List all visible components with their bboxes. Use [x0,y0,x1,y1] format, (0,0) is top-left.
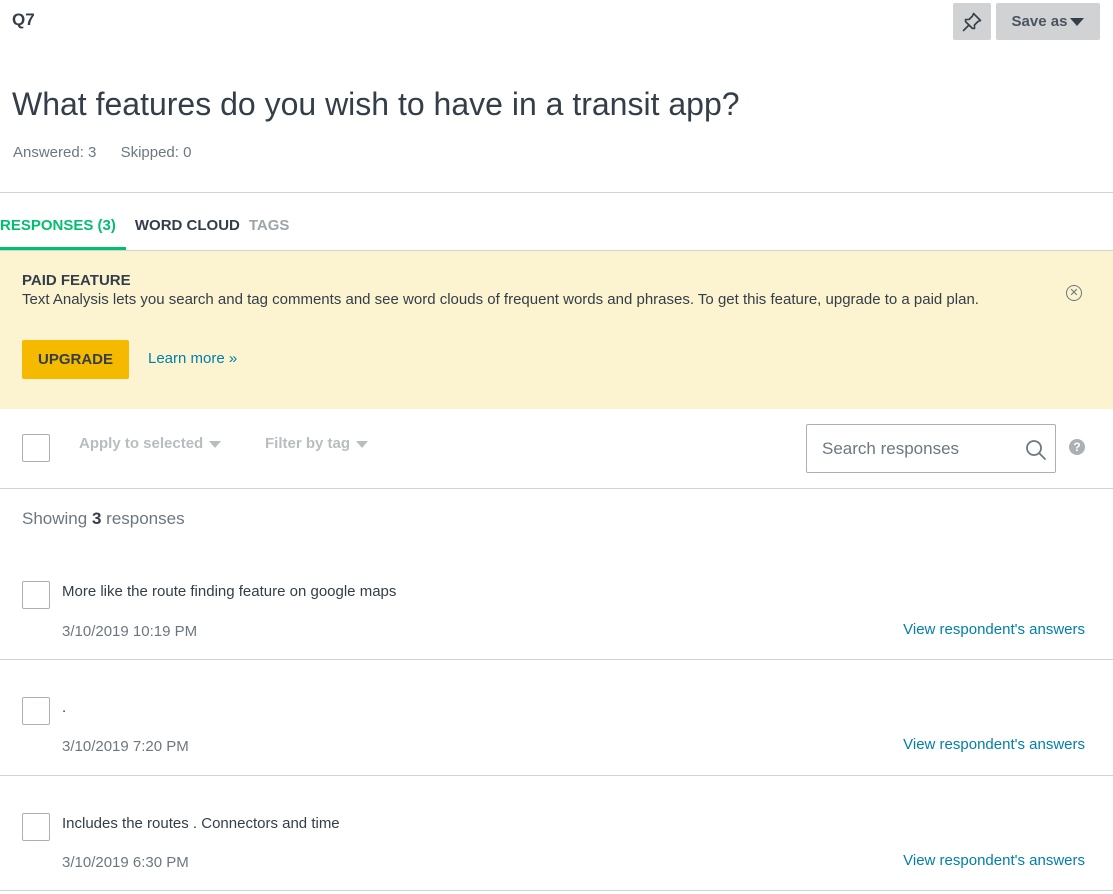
tab-tags[interactable]: TAGS [249,214,290,250]
showing-prefix: Showing [22,509,88,528]
pin-button[interactable] [953,3,991,40]
divider [0,890,1113,891]
apply-to-selected-dropdown[interactable]: Apply to selected [79,435,222,452]
upgrade-button[interactable]: UPGRADE [22,340,129,379]
search-input[interactable] [822,438,1012,460]
search-box [806,424,1056,473]
response-text: . [62,699,67,716]
view-respondent-answers-link[interactable]: View respondent's answers [903,621,1085,638]
select-all-checkbox[interactable] [22,434,50,462]
filter-label: Filter by tag [265,435,351,452]
save-as-button[interactable]: Save as [996,3,1100,40]
tab-responses[interactable]: RESPONSES (3) [0,214,126,250]
close-icon[interactable]: ✕ [1066,285,1082,301]
answered-count: Answered: 3 [13,144,97,161]
tab-word-cloud[interactable]: WORD CLOUD [135,214,240,250]
search-icon[interactable] [1025,439,1047,461]
apply-label: Apply to selected [79,435,204,452]
showing-suffix: responses [106,509,185,528]
pin-icon [962,12,982,31]
banner-title: PAID FEATURE [22,272,131,289]
divider [0,488,1113,489]
paid-feature-banner: PAID FEATURE Text Analysis lets you sear… [0,251,1113,409]
response-text: More like the route finding feature on g… [62,583,397,600]
response-date: 3/10/2019 7:20 PM [62,738,189,755]
view-respondent-answers-link[interactable]: View respondent's answers [903,852,1085,869]
learn-more-link[interactable]: Learn more » [148,350,237,367]
response-checkbox[interactable] [22,697,50,725]
view-respondent-answers-link[interactable]: View respondent's answers [903,736,1085,753]
question-title: What features do you wish to have in a t… [12,86,740,122]
filter-by-tag-dropdown[interactable]: Filter by tag [265,435,369,452]
divider [0,775,1113,776]
banner-text: Text Analysis lets you search and tag co… [22,291,979,308]
tab-bar: RESPONSES (3) WORD CLOUD TAGS [0,214,298,250]
response-checkbox[interactable] [22,581,50,609]
answer-stats: Answered: 3 Skipped: 0 [13,144,191,161]
response-count: 3 [91,509,102,528]
question-number: Q7 [12,10,35,29]
skipped-count: Skipped: 0 [120,144,192,161]
showing-count: Showing 3 responses [22,509,185,529]
response-date: 3/10/2019 6:30 PM [62,854,189,871]
chevron-down-icon [1070,17,1085,26]
chevron-down-icon [356,440,369,448]
response-date: 3/10/2019 10:19 PM [62,623,198,640]
chevron-down-icon [209,440,222,448]
divider [0,192,1113,193]
save-as-label: Save as [1011,13,1068,30]
response-checkbox[interactable] [22,813,50,841]
divider [0,659,1113,660]
help-icon[interactable]: ? [1069,439,1085,455]
response-text: Includes the routes . Connectors and tim… [62,815,340,832]
